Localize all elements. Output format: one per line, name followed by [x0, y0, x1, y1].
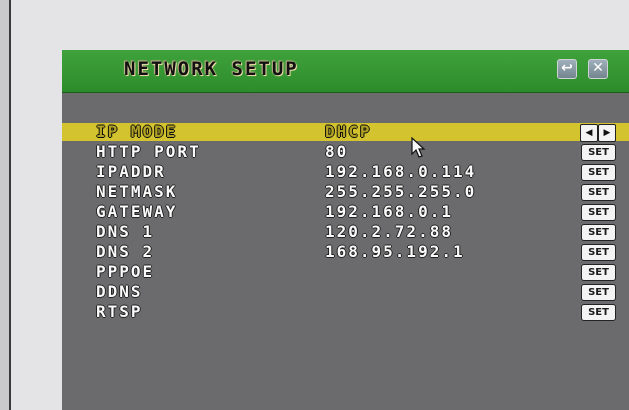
setting-label: GATEWAY: [96, 202, 178, 221]
setting-label: DDNS: [96, 282, 143, 301]
setting-value: 80: [325, 142, 349, 161]
setting-value: 192.168.0.1: [325, 202, 453, 221]
set-button[interactable]: SET: [581, 304, 616, 321]
set-button[interactable]: SET: [581, 284, 616, 301]
right-arrow-icon[interactable]: ▶: [598, 124, 616, 142]
setting-row-dns-1[interactable]: DNS 1 120.2.72.88 SET: [62, 223, 629, 241]
setting-value: DHCP: [325, 122, 372, 141]
setting-row-http-port[interactable]: HTTP PORT 80 SET: [62, 143, 629, 161]
setting-row-ip-mode[interactable]: IP MODE DHCP ◀ ▶: [62, 122, 629, 142]
setting-value: 168.95.192.1: [325, 242, 465, 261]
page-title: NETWORK SETUP: [124, 58, 299, 80]
setting-label: HTTP PORT: [96, 142, 201, 161]
screen-frame-edge: [0, 0, 11, 410]
network-setup-panel: NETWORK SETUP ↩ ✕ IP MODE DHCP ◀ ▶ HTTP …: [62, 50, 629, 410]
back-button[interactable]: ↩: [557, 59, 577, 79]
setting-row-gateway[interactable]: GATEWAY 192.168.0.1 SET: [62, 203, 629, 221]
set-button[interactable]: SET: [581, 224, 616, 241]
close-icon: ✕: [592, 60, 604, 76]
set-button[interactable]: SET: [581, 244, 616, 261]
mode-selector[interactable]: ◀ ▶: [580, 124, 616, 142]
set-button[interactable]: SET: [581, 184, 616, 201]
close-button[interactable]: ✕: [588, 59, 608, 79]
setting-row-pppoe[interactable]: PPPOE SET: [62, 263, 629, 281]
setting-label: RTSP: [96, 302, 143, 321]
return-arrow-icon: ↩: [561, 60, 573, 76]
set-button[interactable]: SET: [581, 264, 616, 281]
title-bar: NETWORK SETUP ↩ ✕: [62, 50, 629, 93]
setting-row-netmask[interactable]: NETMASK 255.255.255.0 SET: [62, 183, 629, 201]
setting-label: PPPOE: [96, 262, 155, 281]
setting-label: IP MODE: [96, 122, 178, 141]
setting-row-rtsp[interactable]: RTSP SET: [62, 303, 629, 321]
left-arrow-icon[interactable]: ◀: [580, 124, 598, 142]
setting-label: DNS 1: [96, 222, 155, 241]
mouse-pointer-icon: [411, 137, 426, 158]
set-button[interactable]: SET: [581, 204, 616, 221]
set-button[interactable]: SET: [581, 164, 616, 181]
setting-value: 192.168.0.114: [325, 162, 477, 181]
setting-label: NETMASK: [96, 182, 178, 201]
setting-value: 255.255.255.0: [325, 182, 477, 201]
set-button[interactable]: SET: [581, 144, 616, 161]
setting-row-ipaddr[interactable]: IPADDR 192.168.0.114 SET: [62, 163, 629, 181]
setting-value: 120.2.72.88: [325, 222, 453, 241]
setting-label: IPADDR: [96, 162, 166, 181]
setting-label: DNS 2: [96, 242, 155, 261]
setting-row-ddns[interactable]: DDNS SET: [62, 283, 629, 301]
setting-row-dns-2[interactable]: DNS 2 168.95.192.1 SET: [62, 243, 629, 261]
